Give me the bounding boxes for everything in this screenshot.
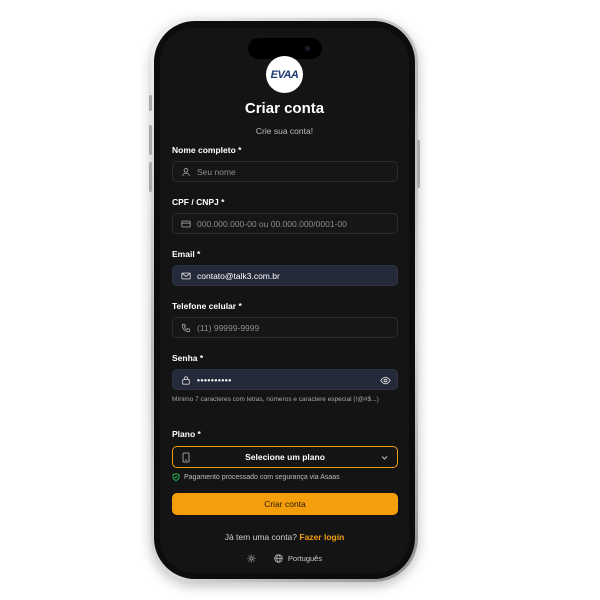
brand-logo: EVAA xyxy=(266,56,303,93)
document-field[interactable]: 000.000.000-00 ou 00.000.000/0001-00 xyxy=(172,213,398,234)
app-screen: EVAA Criar conta Crie sua conta! Nome co… xyxy=(160,28,409,573)
camera-icon xyxy=(305,46,310,51)
plan-select[interactable]: Selecione um plano xyxy=(172,446,398,468)
login-link[interactable]: Fazer login xyxy=(299,532,344,542)
shield-check-icon xyxy=(172,473,180,481)
login-prompt-text: Já tem uma conta? xyxy=(224,532,298,542)
document-label: CPF / CNPJ * xyxy=(172,197,225,207)
email-label: Email * xyxy=(172,249,201,259)
mute-switch xyxy=(149,95,152,111)
login-prompt: Já tem uma conta? Fazer login xyxy=(160,532,409,542)
globe-icon[interactable] xyxy=(274,554,283,563)
lock-icon xyxy=(181,375,191,385)
page-subtitle: Crie sua conta! xyxy=(255,126,314,136)
name-placeholder: Seu nome xyxy=(197,166,236,177)
name-label: Nome completo * xyxy=(172,145,242,155)
chevron-down-icon xyxy=(380,453,389,462)
password-label: Senha * xyxy=(172,353,204,363)
sun-icon[interactable] xyxy=(247,554,256,563)
document-placeholder: 000.000.000-00 ou 00.000.000/0001-00 xyxy=(197,218,347,229)
plan-label: Plano * xyxy=(172,429,201,439)
mail-icon xyxy=(181,271,191,281)
footer: Português xyxy=(160,554,409,563)
user-icon xyxy=(181,167,191,177)
id-card-icon xyxy=(181,219,191,229)
name-field[interactable]: Seu nome xyxy=(172,161,398,182)
password-hint: Mínimo 7 caracteres com letras, números … xyxy=(172,396,379,403)
device-icon xyxy=(181,452,191,463)
volume-up-button xyxy=(149,125,152,155)
plan-selected-value: Selecione um plano xyxy=(245,452,325,462)
power-button xyxy=(417,140,420,188)
create-account-button[interactable]: Criar conta xyxy=(172,493,398,515)
phone-placeholder: (11) 99999-9999 xyxy=(197,322,260,333)
volume-down-button xyxy=(149,162,152,192)
email-field[interactable]: contato@talk3.com.br xyxy=(172,265,398,286)
email-value: contato@talk3.com.br xyxy=(197,270,280,281)
eye-icon[interactable] xyxy=(380,375,391,386)
phone-field[interactable]: (11) 99999-9999 xyxy=(172,317,398,338)
phone-label: Telefone celular * xyxy=(172,301,242,311)
page-title: Criar conta xyxy=(244,100,325,117)
secure-payment-note: Pagamento processado com segurança via A… xyxy=(172,473,340,481)
password-field[interactable]: •••••••••• xyxy=(172,369,398,390)
phone-icon xyxy=(181,323,191,333)
language-selector[interactable]: Português xyxy=(288,554,322,563)
logo-text: EVAA xyxy=(270,68,299,81)
secure-payment-text: Pagamento processado com segurança via A… xyxy=(184,473,340,481)
password-value: •••••••••• xyxy=(197,374,232,385)
